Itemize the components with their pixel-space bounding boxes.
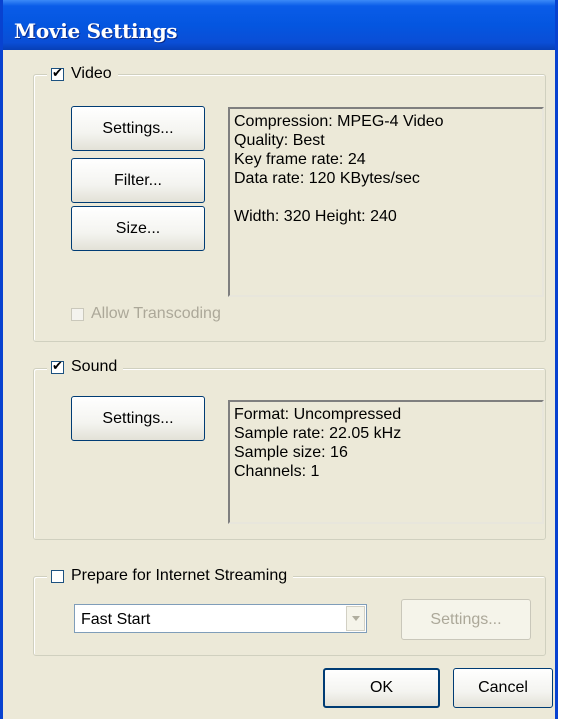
video-checkbox-row[interactable]: Video: [47, 63, 118, 85]
chevron-down-icon[interactable]: [346, 606, 365, 631]
sample-size-text: Sample size: 16: [234, 444, 348, 461]
data-rate-text: Data rate: 120 KBytes/sec: [234, 170, 420, 187]
streaming-settings-button[interactable]: Settings...: [401, 599, 531, 640]
video-settings-button[interactable]: Settings...: [71, 106, 205, 151]
format-text: Format: Uncompressed: [234, 406, 402, 423]
video-filter-button[interactable]: Filter...: [71, 158, 205, 203]
allow-transcoding-row[interactable]: Allow Transcoding: [67, 303, 227, 325]
streaming-checkbox-row[interactable]: Prepare for Internet Streaming: [47, 565, 294, 587]
sample-rate-text: Sample rate: 22.05 kHz: [234, 425, 402, 442]
compression-text: Compression: MPEG-4 Video: [234, 113, 444, 130]
video-checkbox[interactable]: [51, 65, 64, 81]
streaming-mode-select[interactable]: Fast Start: [74, 604, 367, 633]
cancel-button[interactable]: Cancel: [453, 668, 553, 708]
allow-transcoding-checkbox[interactable]: [71, 307, 84, 321]
video-size-button[interactable]: Size...: [71, 206, 205, 251]
movie-settings-dialog: Movie Settings Video Settings... Filter.…: [0, 0, 558, 719]
sound-checkbox-row[interactable]: Sound: [47, 356, 124, 378]
sound-checkbox[interactable]: [51, 358, 64, 374]
sound-settings-button[interactable]: Settings...: [71, 396, 205, 441]
streaming-label: Prepare for Internet Streaming: [71, 567, 288, 584]
video-label: Video: [71, 65, 112, 82]
video-info-panel: Compression: MPEG-4 Video Quality: Best …: [228, 107, 544, 297]
window-title: Movie Settings: [14, 19, 178, 43]
quality-text: Quality: Best: [234, 132, 325, 149]
key-frame-rate-text: Key frame rate: 24: [234, 151, 366, 168]
streaming-checkbox[interactable]: [51, 569, 64, 583]
sound-info-panel: Format: Uncompressed Sample rate: 22.05 …: [228, 400, 544, 524]
allow-transcoding-label: Allow Transcoding: [91, 305, 221, 322]
dimensions-text: Width: 320 Height: 240: [234, 208, 397, 225]
ok-button[interactable]: OK: [323, 668, 440, 708]
channels-text: Channels: 1: [234, 463, 320, 480]
streaming-mode-value: Fast Start: [81, 611, 151, 628]
title-bar[interactable]: Movie Settings: [3, 0, 555, 50]
sound-label: Sound: [71, 358, 118, 375]
